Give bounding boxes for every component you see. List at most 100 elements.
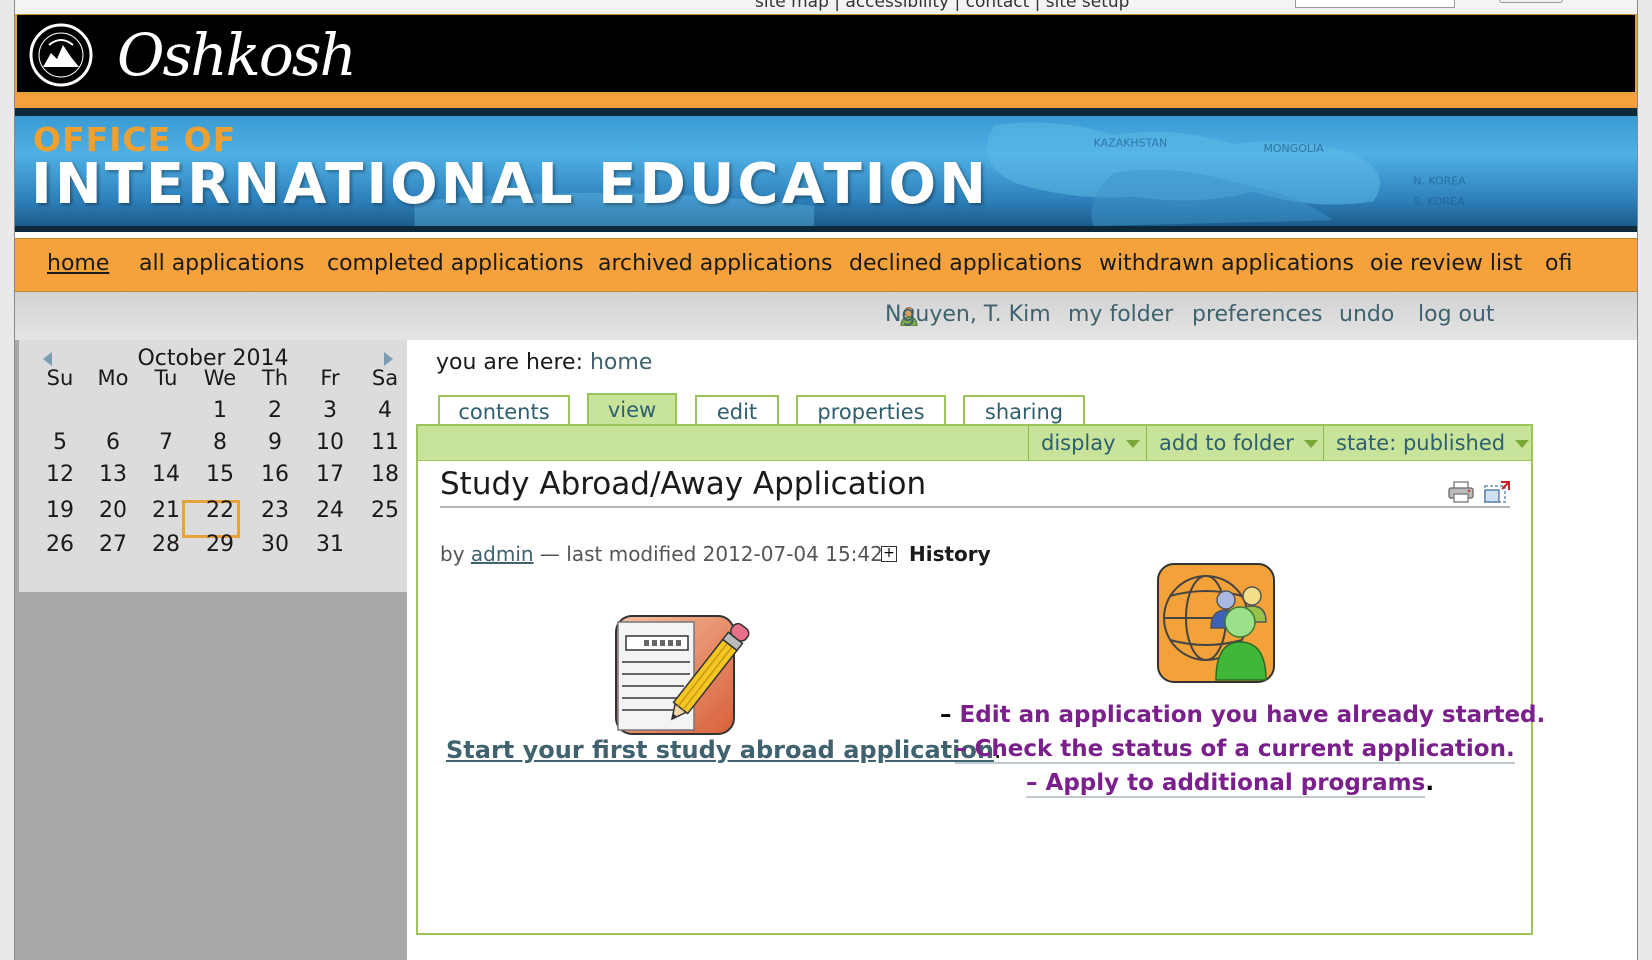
main-navigation: home all applications completed applicat… <box>15 238 1637 292</box>
byline-prefix: by <box>440 542 465 566</box>
calendar-day[interactable]: 16 <box>248 462 302 487</box>
tab-view[interactable]: view <box>587 393 677 425</box>
nav-home[interactable]: home <box>47 251 109 276</box>
calendar-day[interactable]: 15 <box>193 462 247 487</box>
tab-sharing[interactable]: sharing <box>963 395 1085 425</box>
calendar-day[interactable]: 1 <box>193 398 247 423</box>
calendar-day[interactable]: 27 <box>86 532 140 557</box>
calendar-day[interactable]: 8 <box>193 430 247 455</box>
document-byline: by admin — last modified 2012-07-04 15:4… <box>440 542 883 566</box>
tab-properties[interactable]: properties <box>796 395 946 425</box>
log-out-link[interactable]: log out <box>1418 302 1495 327</box>
calendar-weekday: Th <box>261 366 289 390</box>
calendar-day[interactable]: 23 <box>248 498 302 523</box>
nav-completed-applications[interactable]: completed applications <box>327 251 584 276</box>
plus-icon[interactable]: + <box>881 546 897 562</box>
calendar-weekday: Tu <box>154 366 178 390</box>
breadcrumb-label: you are here: <box>436 350 583 375</box>
calendar-day[interactable]: 4 <box>358 398 412 423</box>
start-application-line: Start your first study abroad applicatio… <box>446 736 1002 764</box>
calendar-day[interactable]: 31 <box>303 532 357 557</box>
nav-oie-review-list[interactable]: oie review list <box>1370 251 1522 276</box>
application-form-icon[interactable] <box>614 614 760 736</box>
calendar-day[interactable]: 29 <box>193 532 247 557</box>
oshkosh-logo[interactable]: Oshkosh <box>117 21 357 89</box>
calendar-day[interactable]: 2 <box>248 398 302 423</box>
calendar-day[interactable]: 3 <box>303 398 357 423</box>
svg-text:N. KOREA: N. KOREA <box>1413 175 1466 188</box>
history-toggle[interactable]: History <box>909 542 991 566</box>
site-actions[interactable]: site map | accessibility | contact | sit… <box>755 0 1129 12</box>
calendar-day[interactable]: 6 <box>86 430 140 455</box>
nav-withdrawn-applications[interactable]: withdrawn applications <box>1099 251 1354 276</box>
globe-people-icon[interactable] <box>1156 562 1276 684</box>
breadcrumb-home[interactable]: home <box>590 350 652 375</box>
tab-edit[interactable]: edit <box>695 395 779 425</box>
nav-overflow-item[interactable]: ofi <box>1545 251 1572 276</box>
calendar-day[interactable]: 5 <box>33 430 87 455</box>
calendar-day[interactable]: 28 <box>139 532 193 557</box>
chevron-down-icon <box>1515 440 1530 448</box>
user-name-link[interactable]: Nguyen, T. Kim <box>885 302 1051 327</box>
browser-page: site map | accessibility | contact | sit… <box>14 0 1638 960</box>
calendar-day[interactable]: 12 <box>33 462 87 487</box>
apply-period: . <box>1425 770 1435 796</box>
orange-band <box>15 94 1637 108</box>
calendar-portlet: October 2014 Su Mo Tu We Th Fr Sa 1 2 3 4 5 6 7 8 9 10 11… <box>19 340 407 592</box>
calendar-day[interactable]: 7 <box>139 430 193 455</box>
calendar-day[interactable]: 18 <box>358 462 412 487</box>
calendar-day[interactable]: 25 <box>358 498 412 523</box>
preferences-link[interactable]: preferences <box>1192 302 1322 327</box>
undo-link[interactable]: undo <box>1339 302 1394 327</box>
content-area: display add to folder state: published S… <box>416 424 1545 935</box>
svg-text:S. KOREA: S. KOREA <box>1413 195 1465 208</box>
apply-programs-link[interactable]: Apply to additional programs <box>1046 770 1426 796</box>
personal-bar: Nguyen, T. Kim my folder preferences und… <box>15 292 1637 340</box>
calendar-day[interactable]: 30 <box>248 532 302 557</box>
svg-text:MONGOLIA: MONGOLIA <box>1263 142 1324 155</box>
add-to-folder-menu[interactable]: add to folder <box>1146 426 1323 461</box>
next-month-icon[interactable] <box>384 352 393 366</box>
edit-application-line: – Edit an application you have already s… <box>940 702 1545 728</box>
tab-contents[interactable]: contents <box>438 395 570 425</box>
search-button[interactable] <box>1499 0 1563 3</box>
calendar-day[interactable]: 22 <box>193 498 247 523</box>
list-dash: – <box>955 736 967 762</box>
calendar-day[interactable]: 20 <box>86 498 140 523</box>
site-actions-bar: site map | accessibility | contact | sit… <box>15 0 1637 14</box>
calendar-day[interactable]: 21 <box>139 498 193 523</box>
my-folder-link[interactable]: my folder <box>1068 302 1173 327</box>
calendar-day[interactable]: 14 <box>139 462 193 487</box>
chevron-down-icon <box>1303 440 1318 448</box>
left-column: October 2014 Su Mo Tu We Th Fr Sa 1 2 3 4 5 6 7 8 9 10 11… <box>15 340 407 960</box>
state-menu[interactable]: state: published <box>1323 426 1531 461</box>
edit-application-link[interactable]: Edit an application you have already sta… <box>960 702 1546 728</box>
check-status-line: – Check the status of a current applicat… <box>955 736 1515 764</box>
calendar-weekday: Su <box>46 366 74 390</box>
calendar-day[interactable]: 19 <box>33 498 87 523</box>
page-title: Study Abroad/Away Application <box>440 466 1510 508</box>
nav-archived-applications[interactable]: archived applications <box>598 251 833 276</box>
chevron-down-icon <box>1125 440 1140 448</box>
calendar-day[interactable]: 10 <box>303 430 357 455</box>
logo-bar: Oshkosh <box>15 14 1637 94</box>
calendar-weekday: Mo <box>97 366 129 390</box>
calendar-day[interactable]: 26 <box>33 532 87 557</box>
calendar-day[interactable]: 9 <box>248 430 302 455</box>
author-link[interactable]: admin <box>471 542 534 566</box>
nav-all-applications[interactable]: all applications <box>139 251 305 276</box>
search-input[interactable] <box>1295 0 1455 8</box>
full-screen-icon[interactable] <box>1484 481 1510 503</box>
calendar-day[interactable]: 13 <box>86 462 140 487</box>
display-menu[interactable]: display <box>1028 426 1146 461</box>
print-icon[interactable] <box>1448 481 1474 503</box>
apply-programs-line: – Apply to additional programs. <box>1026 770 1435 798</box>
calendar-day[interactable]: 17 <box>303 462 357 487</box>
calendar-day[interactable]: 24 <box>303 498 357 523</box>
content-actions-bar: display add to folder state: published <box>418 426 1531 461</box>
check-status-link[interactable]: Check the status of a current applicatio… <box>975 736 1515 762</box>
calendar-day[interactable]: 11 <box>358 430 412 455</box>
breadcrumb: you are here: home <box>436 350 652 375</box>
nav-declined-applications[interactable]: declined applications <box>849 251 1082 276</box>
start-application-link[interactable]: Start your first study abroad applicatio… <box>446 736 994 764</box>
